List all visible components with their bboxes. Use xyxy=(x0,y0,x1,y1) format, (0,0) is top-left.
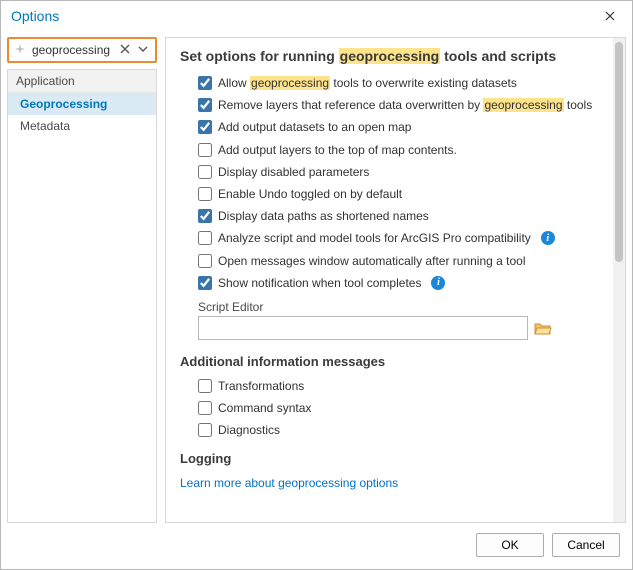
option-row: Command syntax xyxy=(180,397,599,419)
option-checkbox[interactable] xyxy=(198,209,212,223)
info-icon[interactable]: i xyxy=(541,231,555,245)
ok-button[interactable]: OK xyxy=(476,533,544,557)
cancel-button[interactable]: Cancel xyxy=(552,533,620,557)
page-title: Set options for running geoprocessing to… xyxy=(180,48,599,64)
option-row: Show notification when tool completes i xyxy=(180,272,599,294)
option-checkbox[interactable] xyxy=(198,401,212,415)
dialog-body: Application GeoprocessingMetadata Set op… xyxy=(1,31,632,523)
option-label: Display data paths as shortened names xyxy=(218,208,429,224)
options-dialog: Options xyxy=(0,0,633,570)
option-label: Remove layers that reference data overwr… xyxy=(218,97,592,113)
option-checkbox[interactable] xyxy=(198,254,212,268)
option-checkbox[interactable] xyxy=(198,231,212,245)
info-icon[interactable]: i xyxy=(431,276,445,290)
option-label: Diagnostics xyxy=(218,422,280,438)
option-row: Add output datasets to an open map xyxy=(180,116,599,138)
sidebar: Application GeoprocessingMetadata xyxy=(7,37,157,523)
nav-header: Application xyxy=(8,70,156,93)
option-row: Transformations xyxy=(180,375,599,397)
browse-folder-icon[interactable] xyxy=(534,320,552,336)
chevron-down-icon[interactable] xyxy=(136,43,150,57)
option-label: Display disabled parameters xyxy=(218,164,369,180)
option-label: Add output datasets to an open map xyxy=(218,119,411,135)
option-row: Open messages window automatically after… xyxy=(180,250,599,272)
option-label: Open messages window automatically after… xyxy=(218,253,526,269)
option-row: Analyze script and model tools for ArcGI… xyxy=(180,227,599,249)
option-label: Transformations xyxy=(218,378,304,394)
option-row: Display data paths as shortened names xyxy=(180,205,599,227)
option-label: Show notification when tool completes xyxy=(218,275,421,291)
option-label: Command syntax xyxy=(218,400,311,416)
script-editor-input[interactable] xyxy=(198,316,528,340)
script-editor-row xyxy=(180,316,599,344)
option-label: Analyze script and model tools for ArcGI… xyxy=(218,230,531,246)
search-box xyxy=(10,40,154,60)
option-checkbox[interactable] xyxy=(198,98,212,112)
highlight: geoprocessing xyxy=(483,98,563,112)
logging-heading: Logging xyxy=(180,451,599,466)
option-row: Display disabled parameters xyxy=(180,161,599,183)
scrollbar-thumb[interactable] xyxy=(615,42,623,262)
titlebar: Options xyxy=(1,1,632,31)
highlight: geoprocessing xyxy=(250,76,330,90)
option-row: Allow geoprocessing tools to overwrite e… xyxy=(180,72,599,94)
option-checkbox[interactable] xyxy=(198,423,212,437)
option-label: Allow geoprocessing tools to overwrite e… xyxy=(218,75,517,91)
search-highlight-frame xyxy=(7,37,157,63)
sidebar-item-metadata[interactable]: Metadata xyxy=(8,115,156,137)
option-checkbox[interactable] xyxy=(198,76,212,90)
script-editor-label: Script Editor xyxy=(180,294,599,316)
additional-heading: Additional information messages xyxy=(180,354,599,369)
option-row: Diagnostics xyxy=(180,419,599,441)
main-content: Set options for running geoprocessing to… xyxy=(166,38,613,522)
option-checkbox[interactable] xyxy=(198,187,212,201)
close-icon[interactable] xyxy=(588,1,632,31)
option-label: Enable Undo toggled on by default xyxy=(218,186,402,202)
option-checkbox[interactable] xyxy=(198,165,212,179)
option-checkbox[interactable] xyxy=(198,120,212,134)
learn-more-link[interactable]: Learn more about geoprocessing options xyxy=(180,472,599,494)
sidebar-item-geoprocessing[interactable]: Geoprocessing xyxy=(8,93,156,115)
option-row: Add output layers to the top of map cont… xyxy=(180,139,599,161)
highlight: geoprocessing xyxy=(339,48,441,64)
option-row: Enable Undo toggled on by default xyxy=(180,183,599,205)
dialog-footer: OK Cancel xyxy=(1,523,632,569)
option-label: Add output layers to the top of map cont… xyxy=(218,142,457,158)
sparkle-icon xyxy=(14,43,26,58)
option-checkbox[interactable] xyxy=(198,143,212,157)
option-checkbox[interactable] xyxy=(198,379,212,393)
nav-panel: Application GeoprocessingMetadata xyxy=(7,69,157,523)
main-panel: Set options for running geoprocessing to… xyxy=(165,37,626,523)
scrollbar[interactable] xyxy=(613,38,625,522)
option-checkbox[interactable] xyxy=(198,276,212,290)
window-title: Options xyxy=(11,8,59,24)
search-input[interactable] xyxy=(30,42,114,58)
option-row: Remove layers that reference data overwr… xyxy=(180,94,599,116)
titlebar-buttons xyxy=(588,1,632,31)
clear-search-icon[interactable] xyxy=(118,43,132,57)
